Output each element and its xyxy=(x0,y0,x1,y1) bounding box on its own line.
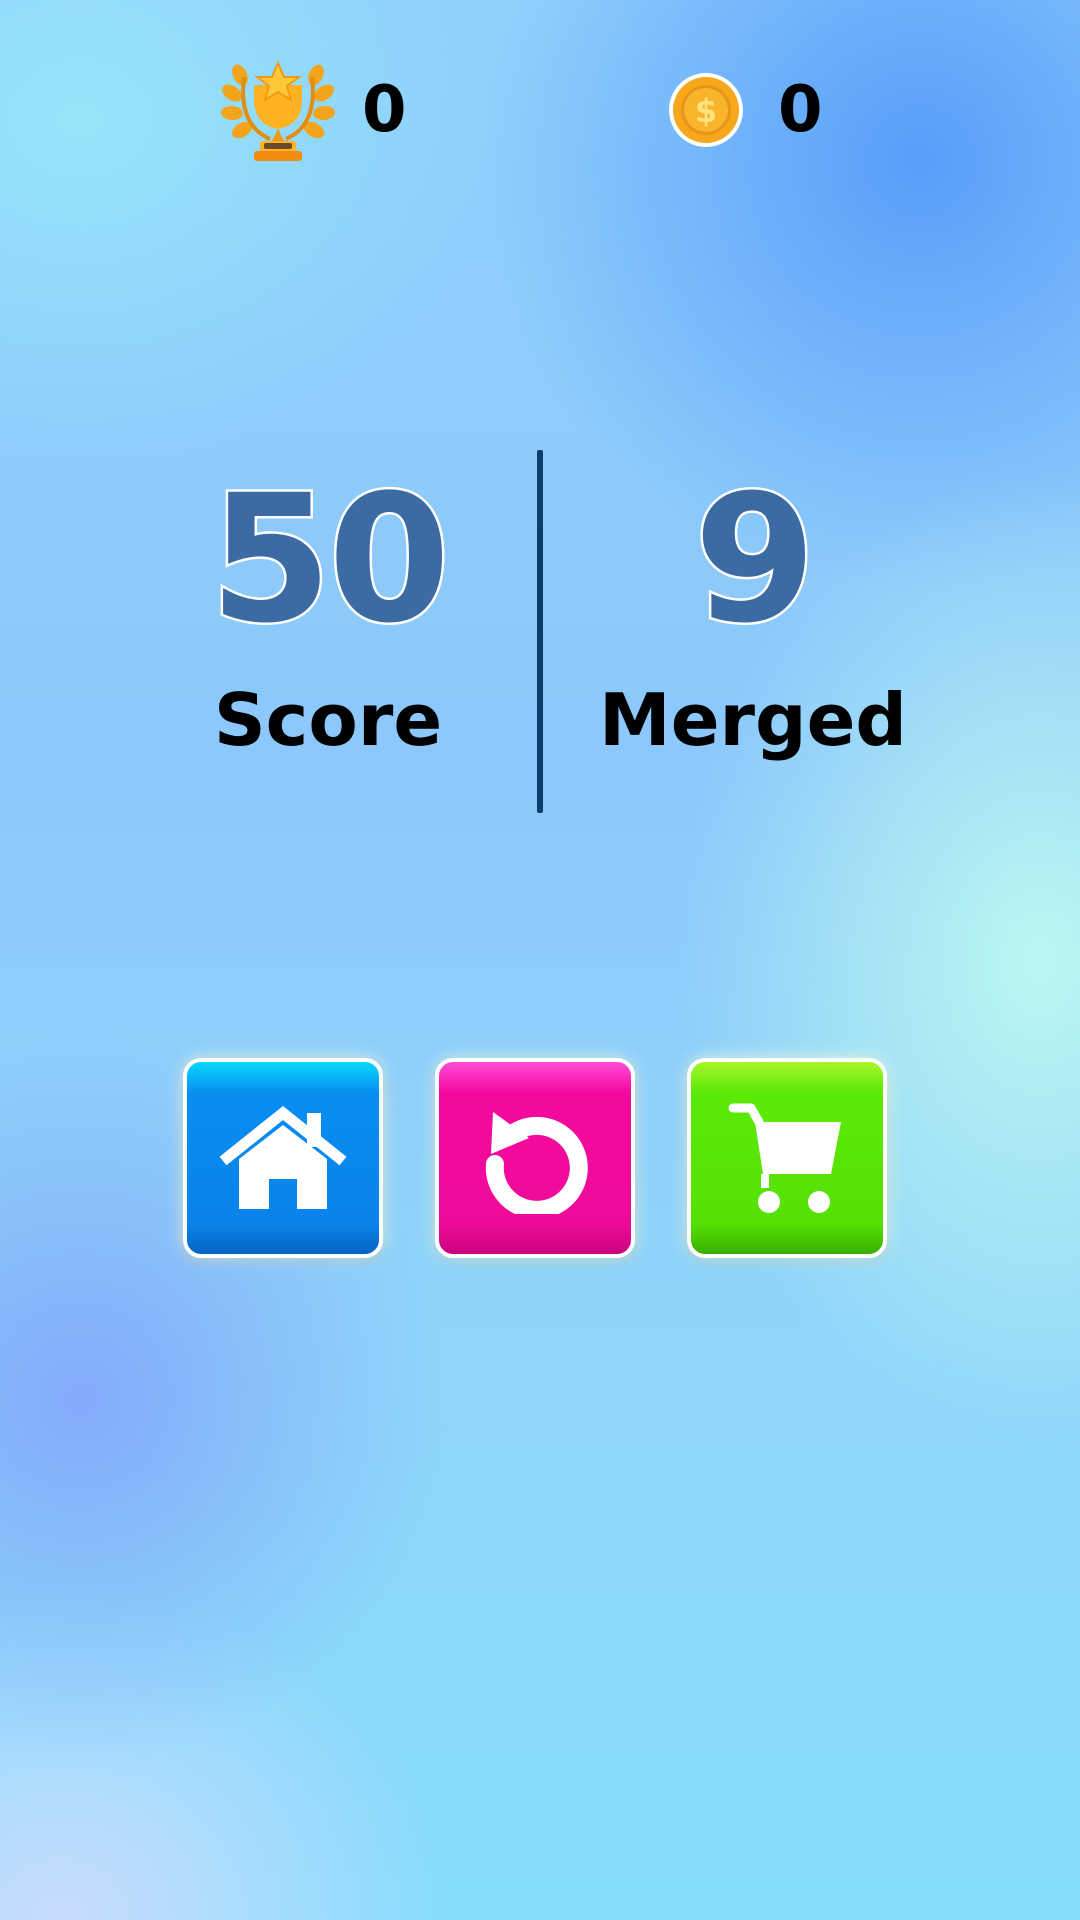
home-button[interactable] xyxy=(183,1058,383,1258)
merged-value: 9 xyxy=(691,457,818,662)
score-value: 50 xyxy=(207,457,453,662)
coin-count: 0 xyxy=(778,73,823,147)
score-label: Score xyxy=(213,678,443,762)
replay-icon xyxy=(485,1112,588,1214)
merged-panel: 9 Merged xyxy=(543,457,963,762)
trophy-counter: 0 xyxy=(220,55,407,165)
shop-button[interactable] xyxy=(687,1058,887,1258)
merged-label: Merged xyxy=(599,678,907,762)
svg-text:$: $ xyxy=(695,92,717,130)
score-panel: 50 Score xyxy=(118,457,538,762)
replay-button[interactable] xyxy=(435,1058,635,1258)
action-buttons xyxy=(183,1058,887,1258)
cart-icon xyxy=(728,1103,841,1213)
home-icon xyxy=(219,1105,347,1209)
trophy-count: 0 xyxy=(362,73,407,147)
coin-icon: $ xyxy=(669,73,743,147)
coin-counter: $ 0 xyxy=(668,55,823,165)
trophy-icon xyxy=(221,60,335,161)
